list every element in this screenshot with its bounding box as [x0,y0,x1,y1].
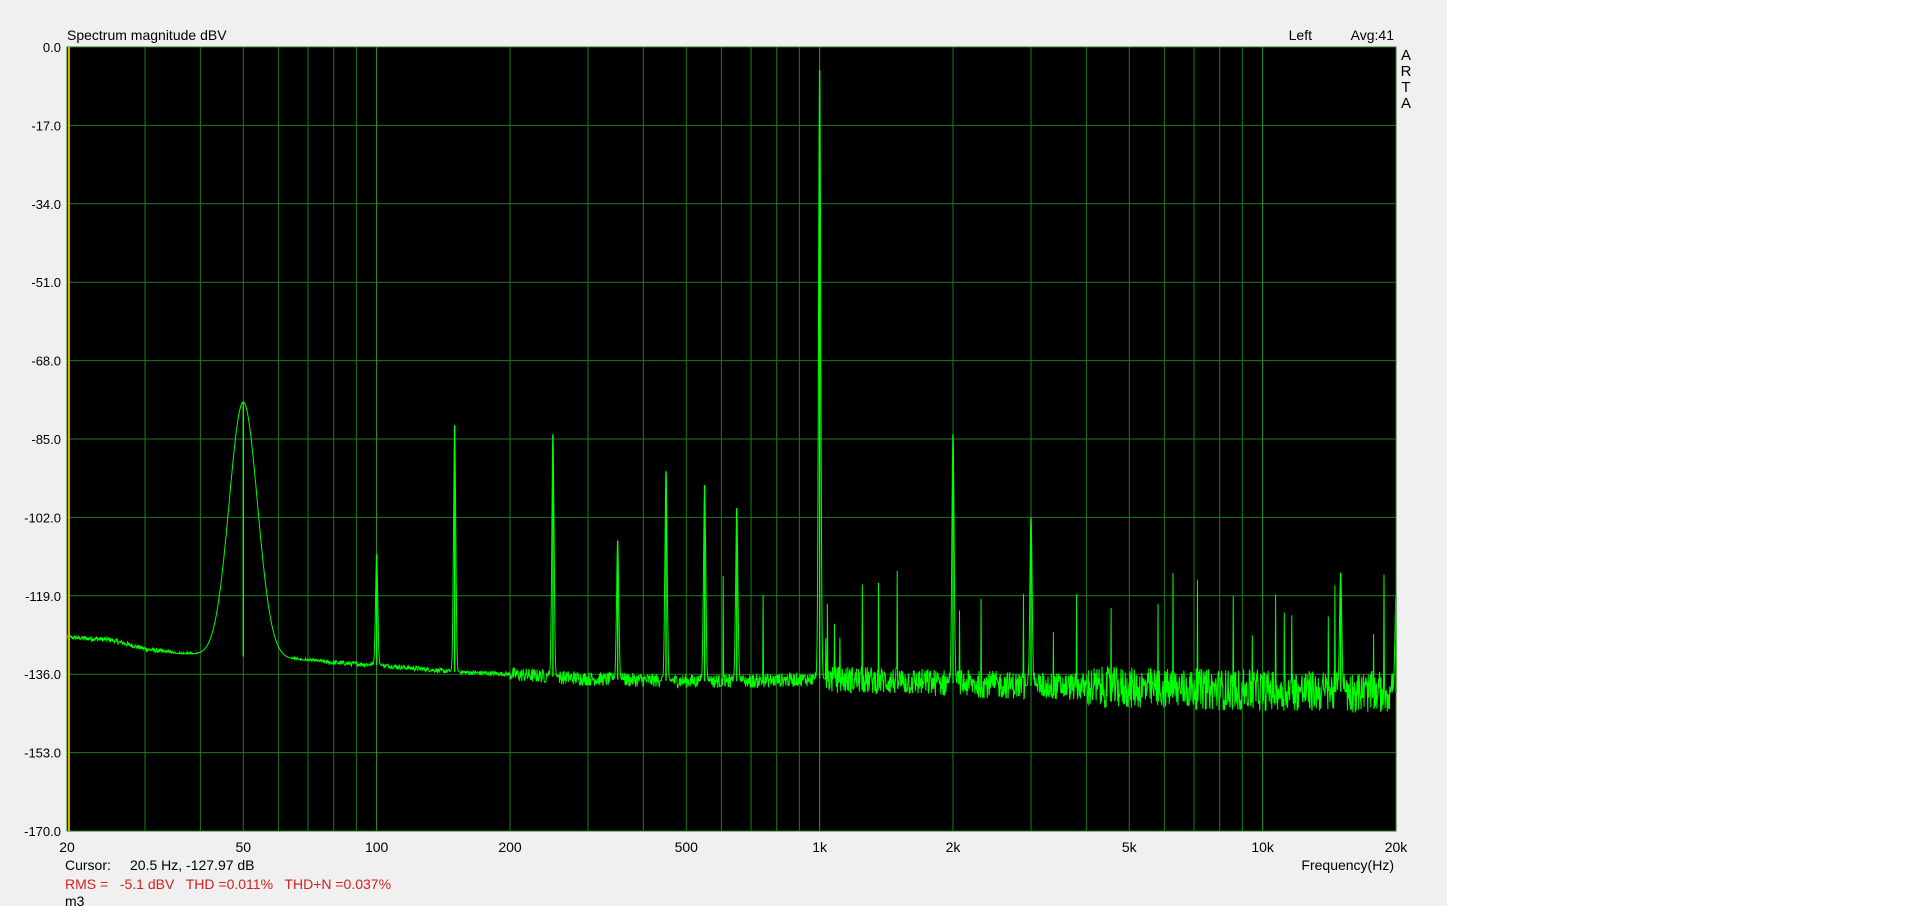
y-tick-label: -136.0 [24,667,61,682]
cursor-label: Cursor: [65,857,111,873]
y-tick-label: -102.0 [24,510,61,525]
y-tick-label: 0.0 [43,40,61,55]
x-tick-label: 2k [946,839,962,855]
x-axis-label: Frequency(Hz) [1301,857,1394,873]
spectrum-panel: 0.0 -17.0 -34.0 -51.0 -68.0 -85.0 -102.0 -119.0… [0,0,1447,906]
x-tick-label: 10k [1251,839,1275,855]
y-axis-ticks: 0.0 -17.0 -34.0 -51.0 -68.0 -85.0 -102.0 -119.0… [24,40,61,839]
brand-letter: T [1401,79,1410,96]
y-tick-label: -153.0 [24,746,61,761]
channel-label: Left [1289,27,1312,43]
x-tick-label: 20k [1385,839,1409,855]
y-tick-label: -51.0 [31,275,61,290]
distortion-stats: RMS = -5.1 dBV THD =0.011% THD+N =0.037% [65,876,391,892]
file-name: m3 [65,893,85,906]
x-tick-label: 50 [235,839,251,855]
y-tick-label: -34.0 [31,197,61,212]
chart-title: Spectrum magnitude dBV [67,27,227,43]
y-tick-label: -119.0 [25,589,61,604]
x-tick-label: 100 [365,839,389,855]
y-tick-label: -68.0 [31,354,61,369]
x-axis-ticks: 20 50 100 200 500 1k 2k 5k 10k 20k [59,839,1408,855]
y-tick-label: -170.0 [24,824,61,839]
x-tick-label: 20 [59,839,75,855]
spectrum-chart: 0.0 -17.0 -34.0 -51.0 -68.0 -85.0 -102.0 -119.0… [24,27,1412,906]
brand-letter: A [1401,47,1411,64]
avg-label: Avg:41 [1351,27,1395,43]
y-tick-label: -85.0 [31,432,61,447]
x-tick-label: 1k [812,839,828,855]
y-tick-label: -17.0 [31,118,61,133]
x-tick-label: 5k [1122,839,1138,855]
x-tick-label: 200 [498,839,522,855]
x-tick-label: 500 [675,839,699,855]
cursor-readout: 20.5 Hz, -127.97 dB [130,857,255,873]
brand-letter: A [1401,95,1411,112]
brand-letter: R [1401,63,1412,80]
arta-logo: ARTA [1401,47,1412,112]
